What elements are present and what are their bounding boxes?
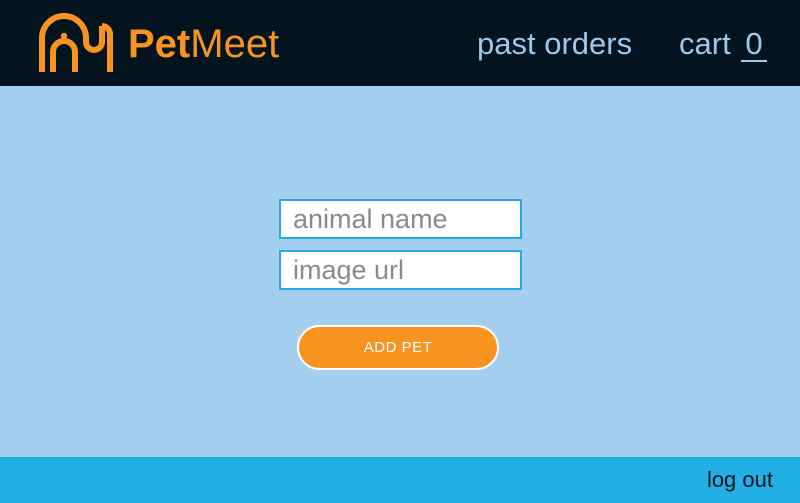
brand-name-part2: Meet (190, 22, 280, 66)
cart-count-underline (741, 60, 767, 62)
cart-link[interactable]: cart (679, 24, 731, 64)
animal-name-input[interactable] (279, 199, 522, 239)
past-orders-link[interactable]: past orders (477, 24, 632, 64)
bottom-footer: log out (0, 457, 800, 503)
top-header: PetMeet past orders cart 0 (0, 0, 800, 86)
brand-name-part1: Pet (128, 22, 191, 66)
add-pet-button[interactable]: ADD PET (297, 325, 499, 370)
elephant-logo-icon (39, 13, 113, 72)
brand-name[interactable]: PetMeet (128, 20, 279, 68)
cart-count-badge[interactable]: 0 (741, 24, 767, 64)
image-url-input[interactable] (279, 250, 522, 290)
logout-link[interactable]: log out (707, 465, 773, 495)
